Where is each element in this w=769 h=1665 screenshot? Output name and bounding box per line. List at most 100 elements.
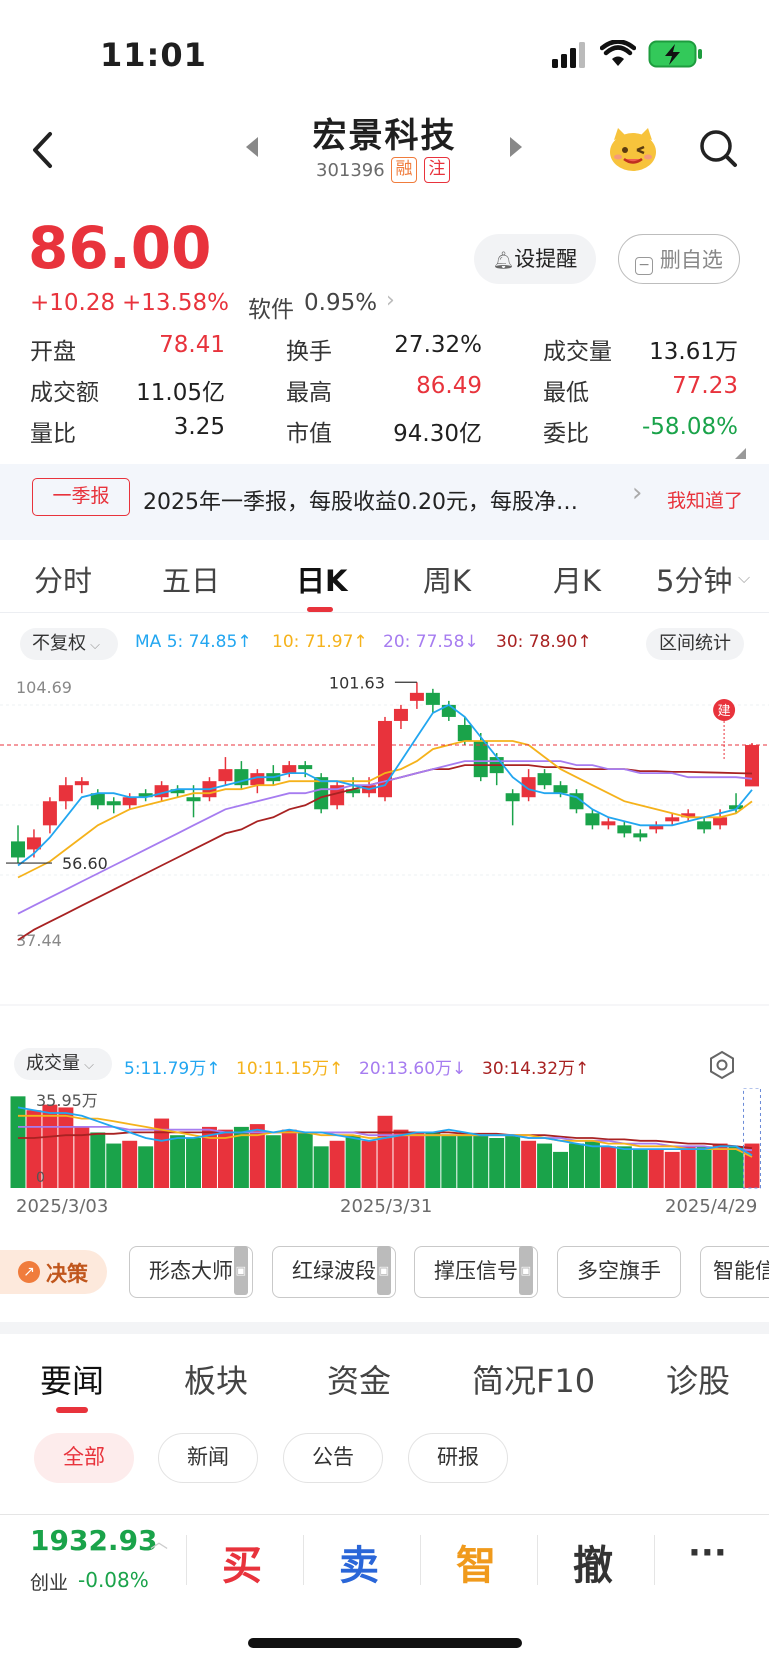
range-stats-button[interactable]: 区间统计 [646,628,744,660]
pattern-master-button[interactable]: 形态大师 ▣ [129,1246,253,1298]
candle-body [74,781,89,786]
candle-body [617,825,632,834]
status-time: 11:01 [100,36,207,74]
red-green-wave-button[interactable]: 红绿波段 ▣ [272,1246,396,1298]
search-icon[interactable] [698,128,738,170]
volume-bar [473,1135,489,1188]
candle-body [409,692,424,701]
support-resistance-button[interactable]: 撑压信号 ▣ [414,1246,538,1298]
smart-button[interactable]: 智能信 [700,1246,769,1298]
candle-body [665,817,680,822]
volume-bar [106,1143,122,1188]
sector-pct[interactable]: 0.95% [304,290,377,316]
stat-label: 最低 [543,380,589,406]
stat-value: 77.23 [672,373,738,399]
volume-bar [377,1115,393,1188]
set-alert-button[interactable]: 🔔︎设提醒 [474,234,596,284]
tab-diagnosis[interactable]: 诊股 [666,1356,730,1402]
volume-bar [281,1129,297,1188]
smart-trade-button[interactable]: 智 [456,1533,496,1591]
expand-corner-icon[interactable] [735,448,747,460]
more-button[interactable]: ··· [688,1533,727,1573]
tab-5min[interactable]: 5分钟 [656,558,732,600]
stat-value: 3.25 [173,414,225,440]
chip-all[interactable]: 全部 [34,1433,134,1483]
mascot-icon[interactable] [606,122,660,174]
sector-name[interactable]: 软件 [248,290,294,324]
cancel-order-button[interactable]: 撤 [573,1533,613,1591]
chip-research[interactable]: 研报 [408,1433,508,1483]
index-value[interactable]: 1932.93 [30,1524,158,1557]
tab-news-headlines[interactable]: 要闻 [40,1356,104,1402]
stat-label: 成交量 [543,339,612,365]
stock-code: 301396 [316,160,385,181]
sell-button[interactable]: 卖 [339,1533,379,1591]
chip-announcement[interactable]: 公告 [283,1433,383,1483]
remove-watchlist-button[interactable]: − 删自选 [618,234,740,284]
sep [303,1535,304,1585]
tab-sector[interactable]: 板块 [184,1356,248,1402]
decision-button[interactable]: ↗ 决策 [0,1250,107,1294]
chevron-right-icon[interactable]: › [386,288,395,313]
index-name: 创业 [30,1572,69,1594]
chevron-up-icon[interactable]: ︿ [150,1528,168,1554]
volume-bar [393,1129,409,1188]
vol-ma10-label: 10:11.15万↑ [236,1059,344,1079]
tab-week-k[interactable]: 周K [423,558,471,600]
tab-funds[interactable]: 资金 [327,1356,391,1402]
candle-body [473,741,488,778]
chevron-down-icon: ⌵ [80,1058,94,1073]
chip-news[interactable]: 新闻 [158,1433,258,1483]
volume-chart[interactable]: 35.95万 0 [0,1088,769,1213]
volume-bar [138,1146,154,1188]
candle-body [58,785,73,802]
watch-tag: 注 [424,157,450,183]
lock-icon: ▣ [233,1246,248,1295]
buy-button[interactable]: 买 [222,1533,262,1591]
current-price: 86.00 [28,214,212,282]
date-end: 2025/4/29 [665,1196,758,1217]
candlestick-chart[interactable]: 104.69 37.44 101.63 56.60 建 [0,670,769,1010]
notice-text[interactable]: 2025年一季报，每股收益0.20元，每股净… [143,484,578,516]
volume-bar [409,1132,425,1188]
price-change: +10.28 [30,290,116,316]
tab-day-k[interactable]: 日K [296,558,347,600]
tab-f10[interactable]: 简况F10 [472,1356,595,1402]
lock-icon: ▣ [518,1246,533,1295]
bull-bear-flag-button[interactable]: 多空旗手 [557,1246,681,1298]
stat-label: 市值 [286,421,332,447]
price-axis-bottom: 37.44 [16,931,62,950]
build-marker-label: 建 [718,704,731,719]
tab-month-k[interactable]: 月K [553,558,601,600]
signal-icon [552,42,585,68]
notice-dismiss-button[interactable]: 我知道了 [667,486,743,513]
stat-value: 27.32% [394,332,482,358]
sep [420,1535,421,1585]
settings-hex-icon[interactable] [708,1050,736,1080]
volume-bar [489,1138,505,1188]
volume-bar [122,1140,138,1188]
price-axis-top: 104.69 [16,678,72,697]
date-mid: 2025/3/31 [340,1196,433,1217]
notice-bar[interactable]: 一季报 2025年一季报，每股收益0.20元，每股净… › 我知道了 [0,464,769,540]
volume-bar [664,1151,680,1188]
trend-icon: ↗ [18,1261,40,1283]
adjust-select[interactable]: 不复权 ⌵ [20,628,118,660]
volume-bar [584,1140,600,1188]
ma30-label: 30: 78.90↑ [496,632,592,652]
volume-bar [345,1135,361,1188]
next-stock-icon[interactable] [508,135,524,159]
stat-label: 开盘 [30,339,76,365]
chevron-down-icon[interactable]: ⌵ [738,568,750,588]
home-indicator [248,1638,522,1648]
tab-five-day[interactable]: 五日 [162,558,220,600]
notice-chevron-icon: › [632,478,643,508]
tab-minute[interactable]: 分时 [34,558,92,600]
minus-box-icon: − [635,257,654,275]
candle-body [697,821,712,830]
volume-bar [505,1135,521,1188]
wifi-icon [600,40,636,66]
candle-body [521,777,536,798]
index-pct: -0.08% [78,1568,149,1592]
volume-select[interactable]: 成交量 ⌵ [14,1048,112,1080]
